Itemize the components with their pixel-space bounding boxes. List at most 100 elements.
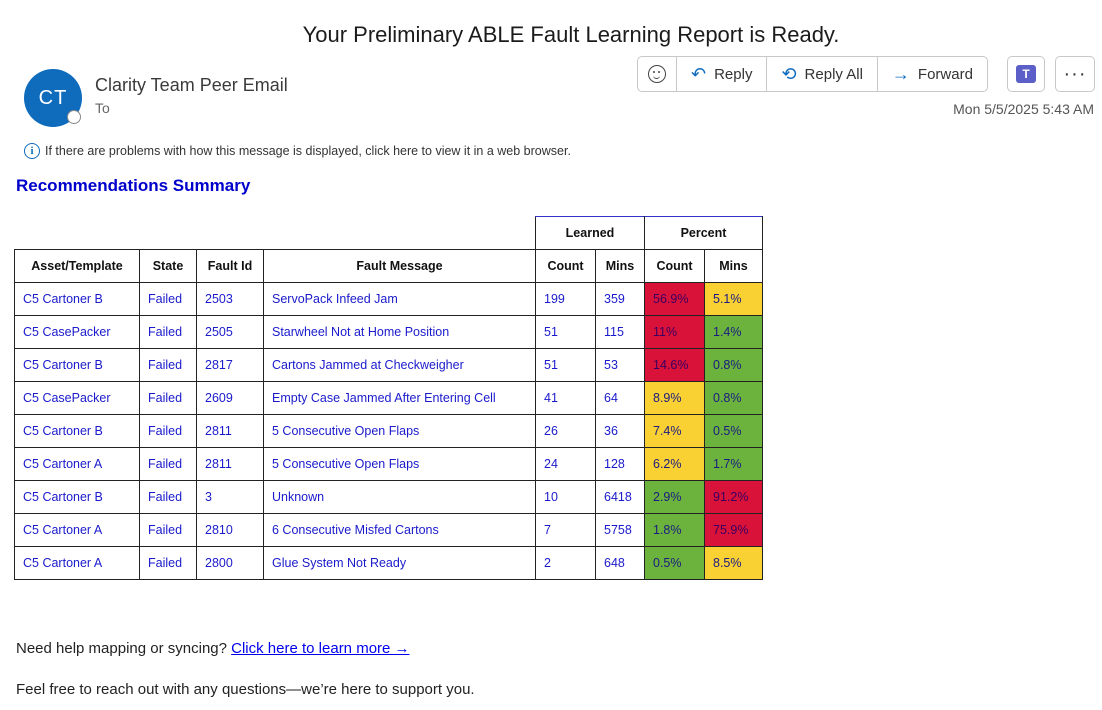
info-icon: i — [24, 143, 40, 159]
view-in-browser-text[interactable]: If there are problems with how this mess… — [45, 144, 571, 158]
percent-mins-cell: 91.2% — [704, 480, 763, 514]
asset-cell: C5 Cartoner A — [14, 447, 140, 481]
percent-count-cell: 8.9% — [644, 381, 705, 415]
asset-cell: C5 Cartoner B — [14, 348, 140, 382]
emoji-icon — [648, 65, 666, 83]
asset-cell: C5 Cartoner B — [14, 282, 140, 316]
recommendations-table: Learned Percent Asset/Template State Fau… — [14, 216, 763, 580]
learned-mins-cell: 115 — [595, 315, 645, 349]
email-subject: Your Preliminary ABLE Fault Learning Rep… — [302, 22, 840, 47]
fault-message-cell: Empty Case Jammed After Entering Cell — [263, 381, 536, 415]
state-cell: Failed — [139, 480, 197, 514]
fault-id-cell: 2811 — [196, 447, 264, 481]
learned-count-cell: 7 — [535, 513, 596, 547]
table-row: C5 CasePacker Failed 2609 Empty Case Jammed… — [14, 381, 763, 415]
reply-icon: ↶ — [691, 64, 707, 84]
state-cell: Failed — [139, 447, 197, 481]
fault-id-cell: 2800 — [196, 546, 264, 580]
percent-mins-cell: 0.8% — [704, 348, 763, 382]
table-row: C5 Cartoner B Failed 2503 ServoPack Infeed … — [14, 282, 763, 316]
reply-all-label: Reply All — [804, 65, 863, 83]
learned-count-cell: 51 — [535, 315, 596, 349]
percent-mins-cell: 8.5% — [704, 546, 763, 580]
forward-button[interactable]: → Forward — [878, 57, 987, 91]
fault-message-cell: Glue System Not Ready — [263, 546, 536, 580]
help-line: Need help mapping or syncing? Click here… — [16, 640, 410, 657]
learned-count-cell: 2 — [535, 546, 596, 580]
percent-count-cell: 0.5% — [644, 546, 705, 580]
state-cell: Failed — [139, 348, 197, 382]
fault-id-cell: 2503 — [196, 282, 264, 316]
column-header-row: Asset/Template State Fault Id Fault Mess… — [14, 249, 763, 283]
group-header-row: Learned Percent — [15, 216, 763, 250]
asset-cell: C5 Cartoner A — [14, 546, 140, 580]
state-cell: Failed — [139, 282, 197, 316]
percent-mins-cell: 1.7% — [704, 447, 763, 481]
column-header-state: State — [139, 249, 197, 283]
fault-id-cell: 3 — [196, 480, 264, 514]
asset-cell: C5 CasePacker — [14, 315, 140, 349]
forward-label: Forward — [917, 65, 973, 83]
fault-id-cell: 2505 — [196, 315, 264, 349]
fault-message-cell: ServoPack Infeed Jam — [263, 282, 536, 316]
asset-cell: C5 Cartoner B — [14, 480, 140, 514]
learned-count-cell: 51 — [535, 348, 596, 382]
report-heading: Recommendations Summary — [16, 176, 251, 195]
column-header-fault-id: Fault Id — [196, 249, 264, 283]
forward-icon: → — [891, 64, 910, 84]
table-row: C5 Cartoner A Failed 2800 Glue System Not R… — [14, 546, 763, 580]
percent-count-cell: 6.2% — [644, 447, 705, 481]
column-header-asset: Asset/Template — [14, 249, 140, 283]
teams-button[interactable]: T — [1007, 56, 1045, 92]
avatar-initials: CT — [38, 86, 68, 109]
learned-mins-cell: 53 — [595, 348, 645, 382]
sender-name[interactable]: Clarity Team Peer Email — [95, 75, 288, 96]
view-in-browser-banner[interactable]: i If there are problems with how this me… — [24, 143, 571, 159]
percent-mins-cell: 0.8% — [704, 381, 763, 415]
help-text: Need help mapping or syncing? — [16, 640, 227, 657]
teams-icon: T — [1016, 65, 1036, 83]
fault-message-cell: Unknown — [263, 480, 536, 514]
state-cell: Failed — [139, 381, 197, 415]
learned-mins-cell: 128 — [595, 447, 645, 481]
fault-message-cell: Starwheel Not at Home Position — [263, 315, 536, 349]
reply-label: Reply — [714, 65, 753, 83]
fault-id-cell: 2811 — [196, 414, 264, 448]
learned-count-cell: 41 — [535, 381, 596, 415]
learned-mins-cell: 5758 — [595, 513, 645, 547]
learned-count-cell: 199 — [535, 282, 596, 316]
reply-all-icon: ⟲ — [781, 64, 797, 84]
more-actions-button[interactable]: ··· — [1055, 56, 1095, 92]
column-header-learned-mins: Mins — [595, 249, 645, 283]
learn-more-link[interactable]: Click here to learn more → — [231, 640, 409, 657]
percent-count-cell: 1.8% — [644, 513, 705, 547]
fault-id-cell: 2810 — [196, 513, 264, 547]
learned-mins-cell: 648 — [595, 546, 645, 580]
closing-line: Feel free to reach out with any question… — [16, 681, 475, 698]
column-header-percent-count: Count — [644, 249, 705, 283]
reply-button[interactable]: ↶ Reply — [677, 57, 768, 91]
percent-count-cell: 11% — [644, 315, 705, 349]
learned-count-cell: 26 — [535, 414, 596, 448]
react-button[interactable] — [638, 57, 677, 91]
state-cell: Failed — [139, 546, 197, 580]
column-header-learned-count: Count — [535, 249, 596, 283]
fault-message-cell: Cartons Jammed at Checkweigher — [263, 348, 536, 382]
percent-count-cell: 2.9% — [644, 480, 705, 514]
table-row: C5 Cartoner B Failed 2817 Cartons Jammed at… — [14, 348, 763, 382]
asset-cell: C5 Cartoner A — [14, 513, 140, 547]
learned-mins-cell: 359 — [595, 282, 645, 316]
presence-status-icon — [67, 110, 81, 124]
reply-all-button[interactable]: ⟲ Reply All — [767, 57, 878, 91]
state-cell: Failed — [139, 513, 197, 547]
recipient-to-label[interactable]: To — [95, 100, 110, 116]
table-row: C5 Cartoner B Failed 3 Unknown 10 6418 2.9% 91.… — [14, 480, 763, 514]
state-cell: Failed — [139, 315, 197, 349]
table-row: C5 CasePacker Failed 2505 Starwheel Not at … — [14, 315, 763, 349]
column-header-percent-mins: Mins — [704, 249, 763, 283]
group-header-learned: Learned — [535, 216, 645, 250]
received-date: Mon 5/5/2025 5:43 AM — [953, 101, 1094, 117]
table-row: C5 Cartoner A Failed 2811 5 Consecutive Ope… — [14, 447, 763, 481]
fault-id-cell: 2817 — [196, 348, 264, 382]
learned-mins-cell: 36 — [595, 414, 645, 448]
